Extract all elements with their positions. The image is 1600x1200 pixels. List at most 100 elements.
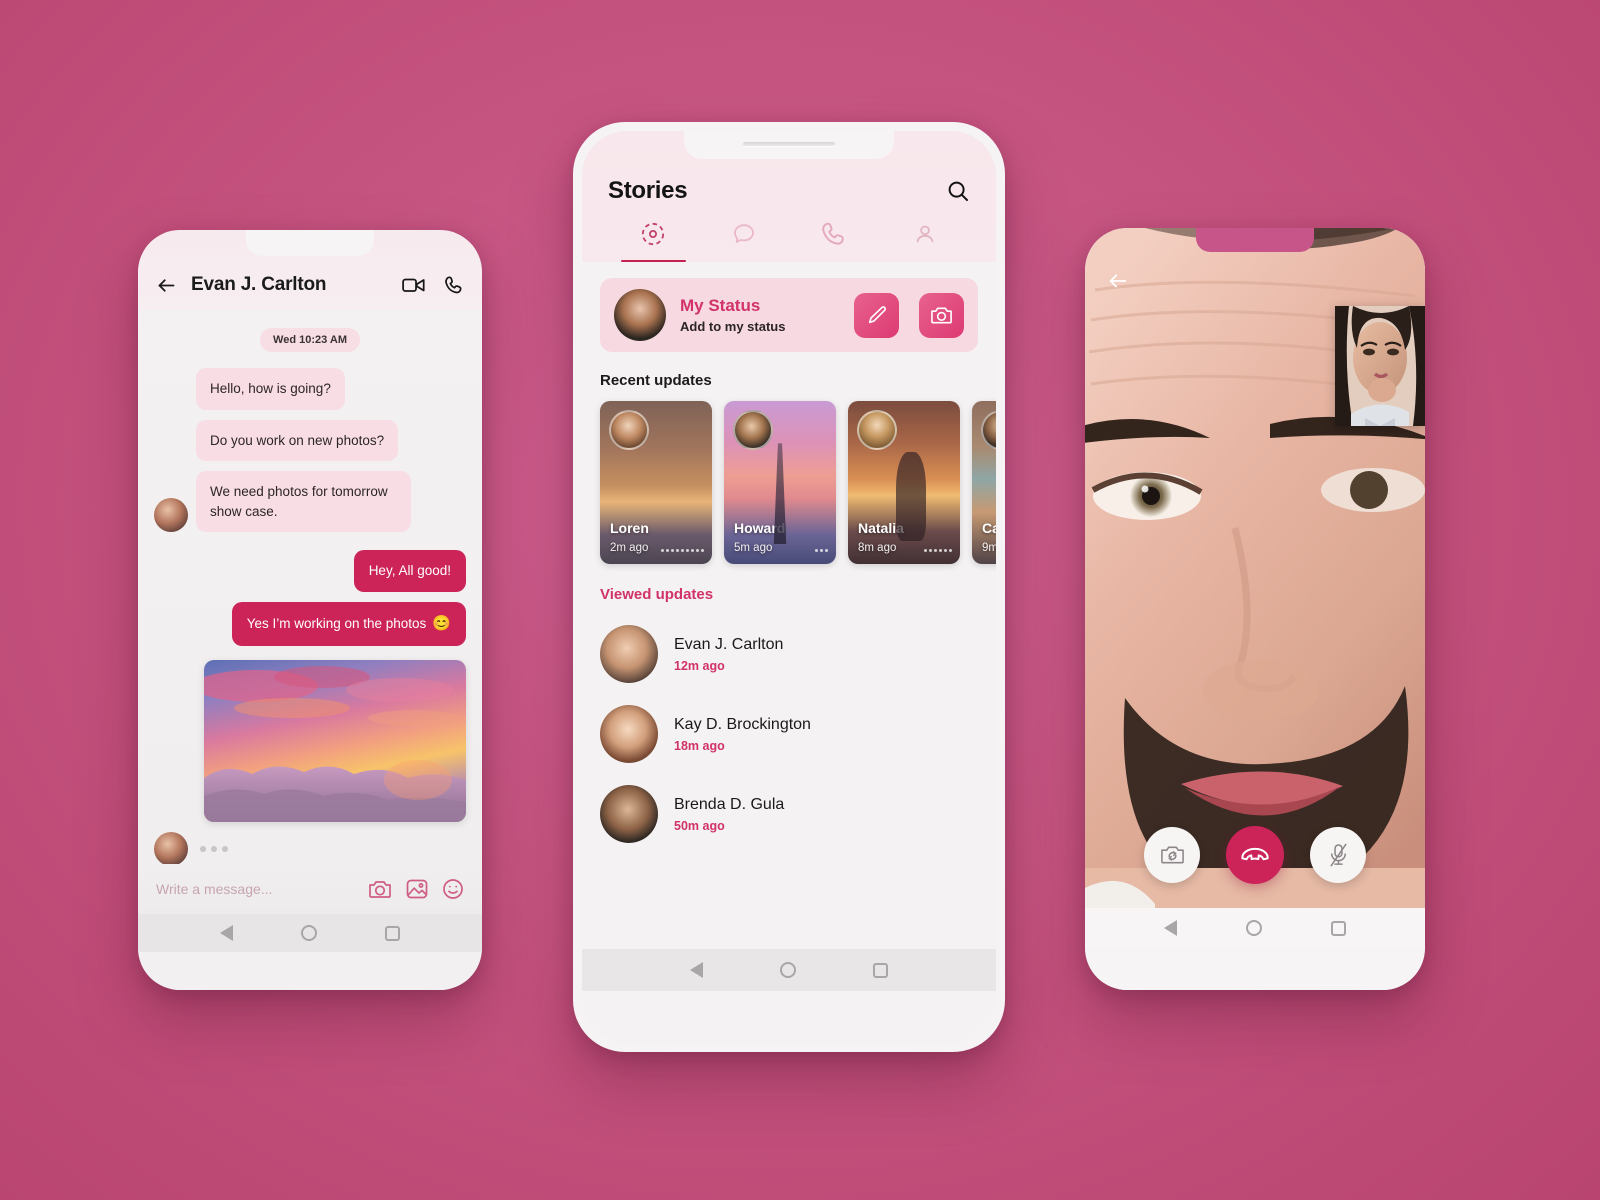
story-segments (924, 549, 952, 552)
status-ring-icon (640, 221, 666, 252)
stories-title-row: Stories (608, 169, 970, 221)
person-icon (912, 221, 938, 252)
message-row: Hey, All good! (154, 550, 466, 592)
phone-icon (821, 221, 847, 252)
story-time: 5m ago (734, 542, 773, 554)
avatar (600, 705, 658, 763)
my-status-title: My Status (680, 296, 761, 315)
page-title: Evan J. Carlton (191, 274, 327, 295)
self-view-pip[interactable] (1335, 306, 1425, 426)
viewed-updates-title: Viewed updates (600, 586, 714, 603)
message-input-bar[interactable]: Write a message... (138, 864, 482, 914)
avatar (154, 498, 188, 533)
day-stamp: Wed 10:23 AM (154, 328, 466, 352)
chat-messages-area[interactable]: Wed 10:23 AM Hello, how is going? Do you… (138, 310, 482, 864)
story-card[interactable]: Natalia 8m ago (848, 401, 960, 564)
arrow-left-icon[interactable] (1107, 270, 1129, 297)
message-bubble-outgoing: Hey, All good! (353, 550, 466, 592)
tab-stories[interactable] (608, 221, 699, 262)
phone-chin (582, 991, 996, 1043)
contact-name: Brenda D. Gula (674, 795, 785, 813)
story-avatar (857, 410, 897, 450)
update-time: 50m ago (674, 818, 725, 833)
message-bubble-incoming: We need photos for tomorrow show case. (196, 471, 411, 533)
story-time: 2m ago (610, 542, 649, 554)
camera-switch-icon[interactable] (1144, 827, 1200, 883)
circle-home-icon[interactable] (779, 962, 796, 978)
page-title: Stories (608, 177, 688, 204)
list-item-text: Evan J. Carlton 12m ago (674, 636, 783, 673)
story-card[interactable]: Loren 2m ago (600, 401, 712, 564)
tab-chats[interactable] (699, 221, 790, 262)
smiley-emoji: 😊 (432, 614, 451, 632)
call-controls (1085, 826, 1425, 884)
phone-icon[interactable] (444, 275, 464, 296)
story-card[interactable]: Ca 9m (972, 401, 996, 564)
list-item[interactable]: Evan J. Carlton 12m ago (600, 615, 978, 695)
android-nav-bar (582, 949, 996, 991)
phone-notch (246, 230, 374, 256)
list-item[interactable]: Kay D. Brockington 18m ago (600, 695, 978, 775)
day-stamp-label: Wed 10:23 AM (260, 328, 360, 352)
message-row (154, 659, 466, 822)
square-recents-icon[interactable] (385, 925, 400, 941)
contact-name: Evan J. Carlton (674, 635, 784, 653)
arrow-left-icon[interactable] (156, 275, 177, 296)
contact-name: Kay D. Brockington (674, 715, 811, 733)
my-status-card[interactable]: My Status Add to my status (600, 278, 978, 352)
stories-phone: Stories My Status Add to my status Recen… (573, 122, 1005, 1052)
list-item[interactable]: Brenda D. Gula 50m ago (600, 775, 978, 855)
my-status-text: My Status Add to my status (680, 296, 834, 334)
update-time: 12m ago (674, 658, 725, 673)
video-camera-icon[interactable] (402, 275, 426, 295)
stories-content[interactable]: My Status Add to my status Recent update… (582, 262, 996, 949)
camera-icon[interactable] (368, 879, 392, 900)
triangle-back-icon[interactable] (1164, 920, 1178, 936)
tab-calls[interactable] (789, 221, 880, 262)
square-recents-icon[interactable] (872, 962, 888, 978)
message-bubble-incoming: Hello, how is going? (196, 368, 345, 410)
message-row: Do you work on new photos? (154, 419, 466, 462)
recent-updates-title: Recent updates (600, 372, 712, 389)
earpiece-speaker (743, 142, 835, 146)
avatar (154, 831, 188, 864)
search-icon[interactable] (946, 179, 970, 203)
story-time: 9m (982, 542, 996, 554)
camera-icon[interactable] (919, 292, 964, 338)
recent-updates-strip[interactable]: Loren 2m ago Howard 5m ago Natalia 8m ag… (600, 401, 996, 564)
message-bubble-outgoing: Yes I’m working on the photos 😊 (231, 601, 466, 646)
avatar (600, 625, 658, 683)
square-recents-icon[interactable] (1330, 920, 1346, 936)
message-image[interactable] (204, 659, 466, 822)
image-icon[interactable] (406, 878, 428, 900)
smiley-icon[interactable] (442, 878, 464, 900)
message-input-placeholder[interactable]: Write a message... (156, 881, 354, 897)
story-card[interactable]: Howard 5m ago (724, 401, 836, 564)
chat-screen: Evan J. Carlton Wed 10:23 AM Hello, how … (138, 230, 482, 990)
list-item-text: Kay D. Brockington 18m ago (674, 716, 811, 753)
mic-off-icon[interactable] (1310, 827, 1366, 883)
stories-screen: Stories My Status Add to my status Recen… (582, 131, 996, 1043)
story-time: 8m ago (858, 542, 897, 554)
circle-home-icon[interactable] (301, 925, 317, 941)
story-name: Loren (610, 520, 649, 536)
phone-hangup-icon[interactable] (1226, 826, 1284, 884)
message-row: We need photos for tomorrow show case. (154, 471, 466, 533)
story-avatar (609, 410, 649, 450)
story-avatar (981, 410, 996, 450)
pencil-icon[interactable] (854, 292, 899, 338)
story-avatar (733, 410, 773, 450)
message-text: Hey, All good! (368, 563, 451, 579)
triangle-back-icon[interactable] (690, 962, 704, 978)
phone-chin (1085, 948, 1425, 990)
triangle-back-icon[interactable] (220, 925, 233, 941)
tab-profile[interactable] (880, 221, 971, 262)
tab-bar (608, 221, 970, 262)
my-status-subtitle: Add to my status (680, 319, 786, 334)
circle-home-icon[interactable] (1245, 920, 1262, 936)
chat-phone: Evan J. Carlton Wed 10:23 AM Hello, how … (138, 230, 482, 990)
phone-notch (1196, 228, 1314, 252)
typing-indicator (196, 832, 228, 864)
story-name: Ca (982, 520, 996, 536)
phone-chin (138, 952, 482, 990)
